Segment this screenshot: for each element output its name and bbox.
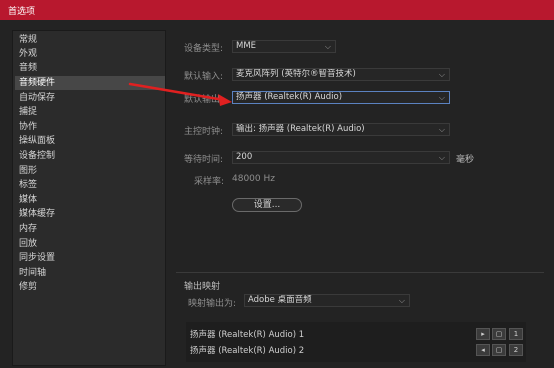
- sidebar-item-labels[interactable]: 标签: [15, 178, 165, 192]
- sidebar-item-media[interactable]: 媒体: [15, 193, 165, 207]
- channel-row-2[interactable]: 扬声器 (Realtek(R) Audio) 2: [190, 344, 304, 356]
- red-arrow-annotation: [128, 82, 232, 106]
- sidebar-item-media-cache[interactable]: 媒体缓存: [15, 207, 165, 221]
- map-output-label: 映射输出为:: [188, 299, 237, 309]
- settings-button[interactable]: 设置...: [232, 198, 302, 212]
- sidebar-item-trim[interactable]: 修剪: [15, 280, 165, 294]
- device-type-value: MME: [236, 41, 257, 51]
- default-input-dropdown[interactable]: 麦克风阵列 (英特尔®智音技术) ⌵: [232, 68, 450, 81]
- master-clock-value: 输出: 扬声器 (Realtek(R) Audio): [236, 124, 365, 134]
- default-output-dropdown[interactable]: 扬声器 (Realtek(R) Audio) ⌵: [232, 91, 450, 104]
- solo-icon[interactable]: ▸: [476, 328, 490, 340]
- channel-index-2[interactable]: 2: [509, 344, 523, 356]
- channel-list: 扬声器 (Realtek(R) Audio) 1 扬声器 (Realtek(R)…: [186, 322, 526, 362]
- sidebar-item-control-surface[interactable]: 操纵面板: [15, 134, 165, 148]
- speaker-icon[interactable]: ◂: [476, 344, 490, 356]
- latency-label: 等待时间:: [184, 155, 224, 165]
- sidebar-item-memory[interactable]: 内存: [15, 222, 165, 236]
- device-type-dropdown[interactable]: MME ⌵: [232, 40, 336, 53]
- output-mapping-title: 输出映射: [184, 282, 221, 292]
- master-clock-label: 主控时钟:: [184, 127, 224, 137]
- channel-icon[interactable]: ▢: [492, 344, 506, 356]
- sidebar-item-graphics[interactable]: 图形: [15, 164, 165, 178]
- chevron-down-icon: ⌵: [438, 70, 445, 79]
- default-output-value: 扬声器 (Realtek(R) Audio): [236, 92, 343, 102]
- sidebar-item-sync-settings[interactable]: 同步设置: [15, 251, 165, 265]
- sample-rate-value: 48000 Hz: [232, 174, 275, 184]
- chevron-down-icon: ⌵: [398, 296, 405, 305]
- window-title: 首选项: [8, 7, 36, 17]
- chevron-down-icon: ⌵: [438, 153, 445, 162]
- latency-value: 200: [236, 152, 253, 162]
- master-clock-dropdown[interactable]: 输出: 扬声器 (Realtek(R) Audio) ⌵: [232, 123, 450, 136]
- sidebar-item-general[interactable]: 常规: [15, 33, 165, 47]
- latency-unit: 毫秒: [456, 155, 475, 165]
- channel-index-1[interactable]: 1: [509, 328, 523, 340]
- channel-icon[interactable]: ▢: [492, 328, 506, 340]
- sidebar-item-playback[interactable]: 回放: [15, 237, 165, 251]
- sidebar-item-audio[interactable]: 音频: [15, 61, 165, 75]
- chevron-down-icon: ⌵: [438, 125, 445, 134]
- sidebar-item-device-control[interactable]: 设备控制: [15, 149, 165, 163]
- sample-rate-label: 采样率:: [194, 177, 225, 187]
- sidebar-item-collaboration[interactable]: 协作: [15, 120, 165, 134]
- map-output-value: Adobe 桌面音频: [248, 295, 312, 305]
- latency-dropdown[interactable]: 200 ⌵: [232, 151, 450, 164]
- sidebar-item-appearance[interactable]: 外观: [15, 47, 165, 61]
- map-output-dropdown[interactable]: Adobe 桌面音频 ⌵: [244, 294, 410, 307]
- default-input-value: 麦克风阵列 (英特尔®智音技术): [236, 69, 356, 79]
- channel-row-1[interactable]: 扬声器 (Realtek(R) Audio) 1: [190, 328, 304, 340]
- chevron-down-icon: ⌵: [438, 93, 445, 102]
- sidebar-item-timeline[interactable]: 时间轴: [15, 266, 165, 280]
- device-type-label: 设备类型:: [184, 44, 224, 54]
- title-bar: 首选项: [0, 0, 554, 20]
- chevron-down-icon: ⌵: [324, 42, 331, 51]
